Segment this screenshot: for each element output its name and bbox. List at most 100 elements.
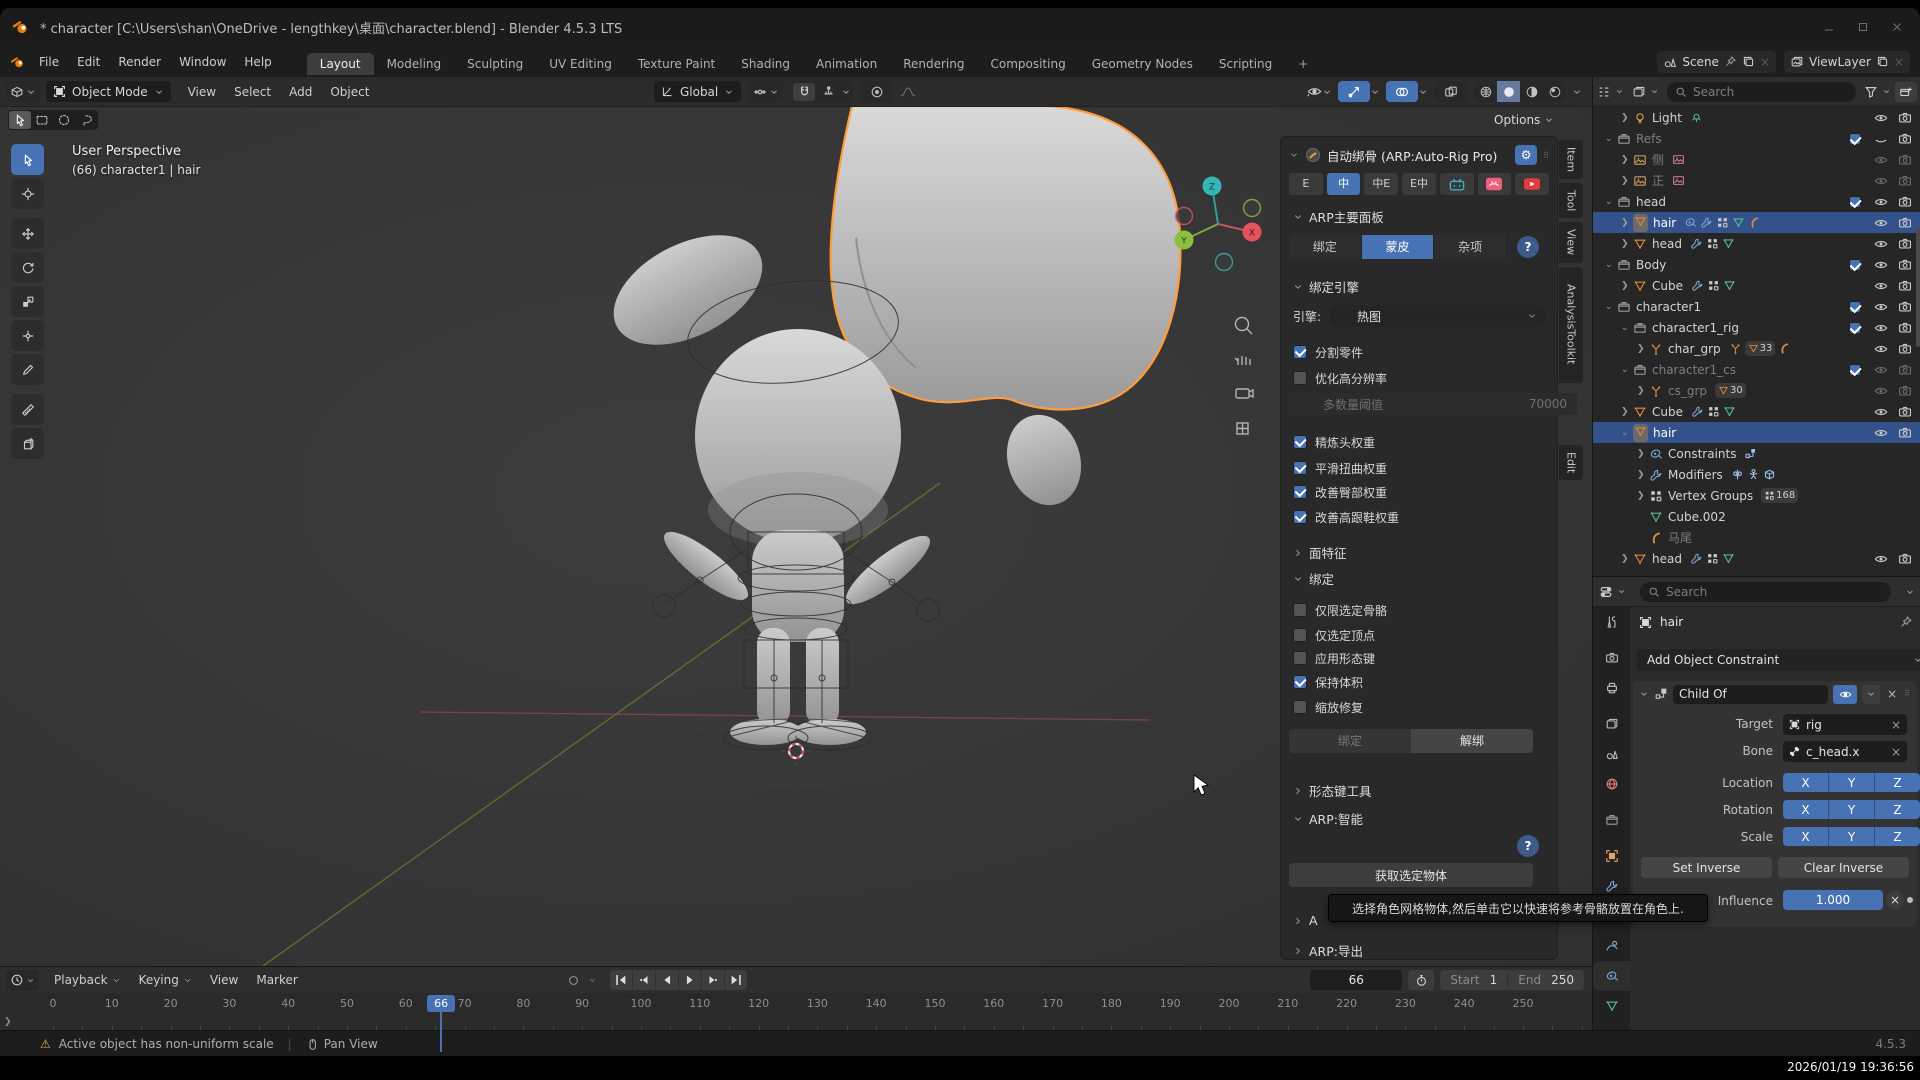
maximize-icon[interactable] bbox=[1846, 21, 1880, 33]
arp-check-1[interactable]: 平滑扭曲权重 bbox=[1293, 459, 1387, 477]
arp-section-face-features[interactable]: 面特征 bbox=[1293, 543, 1347, 562]
properties-editor-icon[interactable] bbox=[1599, 585, 1613, 599]
viewlayer-remove-icon[interactable]: × bbox=[1894, 55, 1904, 69]
outliner-row-char_grp[interactable]: ❯char_grp33 bbox=[1593, 338, 1920, 359]
disable-render-icon[interactable] bbox=[1895, 237, 1915, 251]
hide-viewport-icon[interactable] bbox=[1871, 195, 1891, 209]
end-frame-field[interactable]: End 250 bbox=[1508, 973, 1584, 987]
constraint-enable-eye-icon[interactable] bbox=[1833, 685, 1857, 704]
outliner-row-cs_grp[interactable]: ❯cs_grp30 bbox=[1593, 380, 1920, 401]
chevron-down-icon[interactable] bbox=[586, 976, 600, 985]
gizmos-toggle[interactable] bbox=[1338, 81, 1380, 102]
workspace-tab-rendering[interactable]: Rendering bbox=[890, 53, 977, 75]
disable-render-icon[interactable] bbox=[1895, 279, 1915, 293]
help-button[interactable]: ? bbox=[1517, 236, 1539, 258]
select-mode-lasso[interactable] bbox=[75, 111, 97, 129]
lang-tab[interactable]: 中E bbox=[1364, 173, 1398, 195]
hide-viewport-icon[interactable] bbox=[1871, 426, 1891, 440]
tool-tweak-button[interactable] bbox=[11, 144, 44, 175]
pivot-point-dropdown[interactable] bbox=[749, 81, 783, 102]
expand-icon[interactable]: ❯ bbox=[1621, 218, 1633, 228]
minimize-icon[interactable] bbox=[1812, 21, 1846, 33]
rotation-z-toggle[interactable]: Z bbox=[1875, 800, 1920, 819]
sidebar-tab-tool[interactable]: Tool bbox=[1559, 183, 1583, 218]
xray-toggle-icon[interactable] bbox=[1434, 81, 1468, 102]
arp-bind-check-4[interactable]: 缩放修复 bbox=[1293, 698, 1363, 716]
collection-checkbox[interactable] bbox=[1845, 133, 1865, 145]
clear-target-icon[interactable]: × bbox=[1891, 718, 1901, 732]
lang-tab[interactable]: E bbox=[1289, 173, 1323, 195]
disable-render-icon[interactable] bbox=[1895, 300, 1915, 314]
hide-viewport-icon[interactable] bbox=[1871, 258, 1891, 272]
shading-wireframe-icon[interactable] bbox=[1474, 81, 1497, 102]
display-mode-icon[interactable] bbox=[1632, 85, 1646, 99]
disable-render-icon[interactable] bbox=[1895, 342, 1915, 356]
arp-mode-杂项[interactable]: 杂项 bbox=[1434, 235, 1507, 259]
properties-tab-obj[interactable] bbox=[1593, 841, 1630, 871]
timeline-menu-playback[interactable]: Playback bbox=[45, 973, 130, 987]
scale-x-toggle[interactable]: X bbox=[1783, 827, 1829, 846]
options-dropdown[interactable]: Options bbox=[1494, 110, 1554, 130]
expand-icon[interactable]: ❯ bbox=[1637, 449, 1649, 459]
checkbox[interactable] bbox=[1293, 603, 1307, 617]
properties-search-input[interactable]: Search bbox=[1640, 582, 1891, 602]
disable-render-icon[interactable] bbox=[1895, 174, 1915, 188]
outliner-row-head[interactable]: ❯head bbox=[1593, 233, 1920, 254]
arp-mode-绑定[interactable]: 绑定 bbox=[1289, 235, 1362, 259]
arp-bind-check-1[interactable]: 仅选定顶点 bbox=[1293, 626, 1375, 644]
playhead-line[interactable] bbox=[440, 1012, 442, 1052]
scale-z-toggle[interactable]: Z bbox=[1875, 827, 1920, 846]
outliner-row-Refs[interactable]: ⌄Refs bbox=[1593, 128, 1920, 149]
constraint-delete-icon[interactable]: × bbox=[1885, 687, 1899, 701]
bone-field[interactable]: c_head.x × bbox=[1783, 741, 1907, 762]
disable-render-icon[interactable] bbox=[1895, 111, 1915, 125]
sidebar-tab-edit[interactable]: Edit bbox=[1559, 445, 1583, 480]
arp-check-split-parts[interactable]: 分割零件 bbox=[1293, 343, 1363, 361]
menu-file[interactable]: File bbox=[30, 55, 68, 69]
disable-render-icon[interactable] bbox=[1895, 153, 1915, 167]
influence-slider[interactable]: 1.000 bbox=[1783, 890, 1883, 910]
hide-viewport-icon[interactable] bbox=[1871, 363, 1891, 377]
outliner-row-Cube[interactable]: ❯Cube bbox=[1593, 275, 1920, 296]
chevron-down-icon[interactable] bbox=[1617, 587, 1626, 596]
hide-viewport-icon[interactable] bbox=[1871, 279, 1891, 293]
outliner-row-character1[interactable]: ⌄character1 bbox=[1593, 296, 1920, 317]
bind-button[interactable]: 绑定 bbox=[1289, 729, 1411, 753]
lang-tab[interactable]: 中 bbox=[1327, 173, 1361, 195]
timeline-channel-strip[interactable]: ❯ bbox=[0, 1015, 1592, 1031]
jump-to-end-button[interactable] bbox=[725, 970, 747, 990]
orientation-dropdown[interactable]: Global bbox=[654, 81, 741, 102]
outliner-row-Vertex Groups[interactable]: ❯Vertex Groups168 bbox=[1593, 485, 1920, 506]
disable-render-icon[interactable] bbox=[1895, 132, 1915, 146]
bilibili-icon[interactable] bbox=[1440, 173, 1474, 195]
outliner-row-Light[interactable]: ❯Light bbox=[1593, 107, 1920, 128]
hide-viewport-icon[interactable] bbox=[1871, 300, 1891, 314]
checkbox[interactable] bbox=[1293, 510, 1307, 524]
arp-check-0[interactable]: 精炼头权重 bbox=[1293, 433, 1375, 451]
outliner-row-head[interactable]: ⌄head bbox=[1593, 191, 1920, 212]
snap-magnet-icon[interactable] bbox=[793, 83, 815, 101]
timeline-ruler[interactable]: 0102030405060708090100110120130140150160… bbox=[0, 993, 1592, 1016]
timeline-menu-keying[interactable]: Keying bbox=[130, 973, 201, 987]
collapse-icon[interactable]: ⌄ bbox=[1605, 134, 1617, 144]
overlays-toggle[interactable] bbox=[1386, 81, 1428, 102]
arp-check-optimize-highres[interactable]: 优化高分辨率 bbox=[1293, 369, 1387, 387]
expand-icon[interactable]: ❯ bbox=[1637, 386, 1649, 396]
location-z-toggle[interactable]: Z bbox=[1875, 773, 1920, 792]
arp-check-3[interactable]: 改善高跟鞋权重 bbox=[1293, 508, 1399, 526]
copy-icon[interactable] bbox=[1876, 55, 1889, 68]
menu-window[interactable]: Window bbox=[170, 55, 235, 69]
disable-render-icon[interactable] bbox=[1895, 405, 1915, 419]
properties-tab-scene[interactable] bbox=[1593, 739, 1630, 769]
workspace-tab-texture-paint[interactable]: Texture Paint bbox=[625, 53, 728, 75]
hide-viewport-icon[interactable] bbox=[1871, 174, 1891, 188]
previous-keyframe-button[interactable] bbox=[633, 970, 655, 990]
hair-object-selected[interactable] bbox=[831, 106, 1181, 410]
collapse-icon[interactable]: ⌄ bbox=[1605, 260, 1617, 270]
help-button-smart[interactable]: ? bbox=[1517, 835, 1539, 857]
blender-menu-icon[interactable] bbox=[10, 54, 26, 70]
gear-icon[interactable]: ⚙ bbox=[1515, 145, 1537, 165]
checkbox[interactable] bbox=[1293, 435, 1307, 449]
shading-rendered-icon[interactable] bbox=[1543, 81, 1566, 102]
select-mode-tweak[interactable] bbox=[9, 111, 31, 129]
